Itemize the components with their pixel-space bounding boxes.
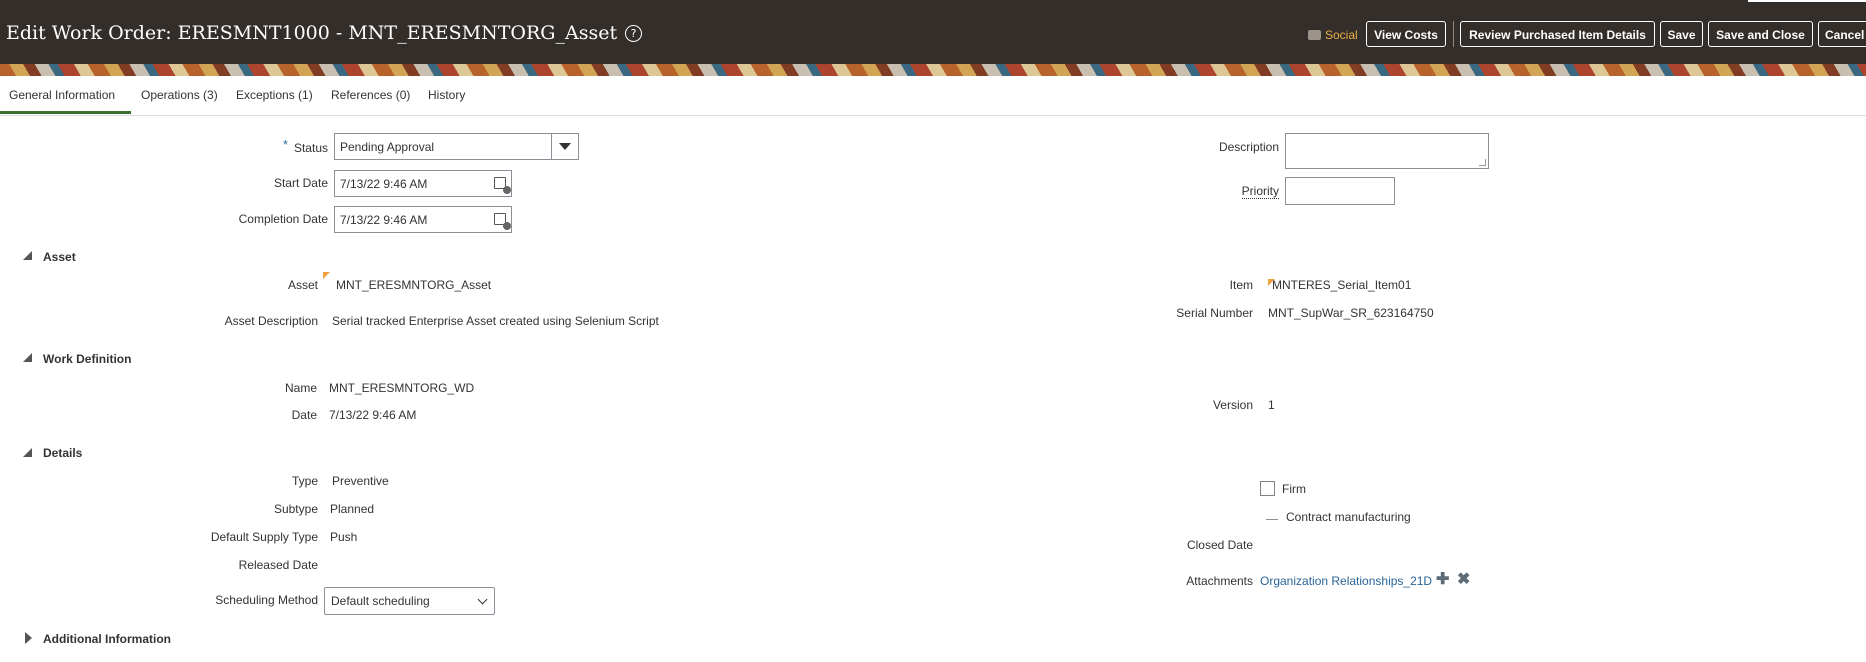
help-icon[interactable]: ? bbox=[625, 25, 643, 42]
save-and-close-button[interactable]: Save and Close bbox=[1708, 21, 1813, 47]
resize-grip-icon[interactable] bbox=[1479, 159, 1486, 166]
status-dropdown-button[interactable] bbox=[551, 134, 578, 159]
chevron-down-icon bbox=[477, 594, 488, 605]
status-value: Pending Approval bbox=[340, 140, 435, 154]
subtype-value: Planned bbox=[330, 502, 375, 516]
completion-date-label: Completion Date bbox=[238, 212, 328, 226]
section-work-definition[interactable]: Work Definition bbox=[43, 352, 131, 366]
default-supply-type-value: Push bbox=[330, 530, 358, 544]
calendar-icon[interactable] bbox=[494, 213, 511, 230]
dropdown-arrow-icon bbox=[559, 143, 571, 150]
page-title-text: Edit Work Order: ERESMNT1000 - MNT_ERESM… bbox=[6, 22, 618, 44]
section-additional-information[interactable]: Additional Information bbox=[43, 632, 171, 646]
expand-additional-information-icon[interactable] bbox=[25, 632, 32, 644]
active-tab-indicator bbox=[0, 111, 131, 114]
description-textarea[interactable] bbox=[1285, 133, 1489, 169]
page-header: Edit Work Order: ERESMNT1000 - MNT_ERESM… bbox=[0, 0, 1866, 76]
header-divider bbox=[1453, 21, 1454, 47]
status-label-text: Status bbox=[293, 141, 328, 155]
social-label: Social bbox=[1325, 28, 1358, 42]
tab-operations[interactable]: Operations (3) bbox=[141, 88, 218, 102]
tab-exceptions[interactable]: Exceptions (1) bbox=[236, 88, 313, 102]
review-purchased-item-details-button[interactable]: Review Purchased Item Details bbox=[1460, 21, 1655, 47]
default-supply-type-label: Default Supply Type bbox=[210, 530, 318, 544]
closed-date-label: Closed Date bbox=[1186, 538, 1253, 552]
cancel-button[interactable]: Cancel bbox=[1818, 21, 1866, 47]
header-decorative-band bbox=[0, 64, 1866, 76]
remove-attachment-icon[interactable]: ✖ bbox=[1457, 572, 1470, 588]
released-date-label: Released Date bbox=[238, 558, 318, 572]
start-date-value: 7/13/22 9:46 AM bbox=[340, 177, 428, 191]
collapse-asset-icon[interactable] bbox=[23, 251, 32, 260]
view-costs-button[interactable]: View Costs bbox=[1366, 21, 1446, 47]
section-asset[interactable]: Asset bbox=[43, 250, 76, 264]
section-details[interactable]: Details bbox=[43, 446, 82, 460]
required-indicator: * bbox=[282, 137, 288, 152]
priority-label-text: Priority bbox=[1241, 184, 1279, 199]
start-date-input[interactable]: 7/13/22 9:46 AM bbox=[334, 170, 512, 197]
item-value: MNTERES_Serial_Item01 bbox=[1272, 278, 1412, 292]
serial-number-label: Serial Number bbox=[1176, 306, 1253, 320]
tab-history[interactable]: History bbox=[428, 88, 465, 102]
serial-number-value: MNT_SupWar_SR_623164750 bbox=[1268, 306, 1434, 320]
page-title: Edit Work Order: ERESMNT1000 - MNT_ERESM… bbox=[6, 22, 643, 44]
status-dropdown[interactable]: Pending Approval bbox=[334, 133, 579, 160]
wd-name-label: Name bbox=[284, 381, 317, 395]
start-date-label: Start Date bbox=[273, 176, 328, 190]
asset-label: Asset bbox=[287, 278, 318, 292]
version-label: Version bbox=[1212, 398, 1253, 412]
scheduling-method-select[interactable]: Default scheduling bbox=[324, 587, 495, 615]
item-label: Item bbox=[1229, 278, 1253, 292]
tab-references[interactable]: References (0) bbox=[331, 88, 410, 102]
collapse-details-icon[interactable] bbox=[23, 448, 32, 457]
social-icon bbox=[1308, 30, 1321, 40]
collapse-work-definition-icon[interactable] bbox=[23, 353, 32, 362]
version-value: 1 bbox=[1268, 398, 1275, 412]
firm-checkbox[interactable] bbox=[1260, 481, 1275, 496]
save-button[interactable]: Save bbox=[1660, 21, 1703, 47]
attachment-link[interactable]: Organization Relationships_21D bbox=[1260, 574, 1432, 588]
wd-name-value: MNT_ERESMNTORG_WD bbox=[329, 381, 475, 395]
contract-manufacturing-indicator bbox=[1266, 519, 1278, 520]
asset-value: MNT_ERESMNTORG_Asset bbox=[336, 278, 492, 292]
tab-bar: General Information Operations (3) Excep… bbox=[0, 76, 1866, 116]
wd-date-value: 7/13/22 9:46 AM bbox=[329, 408, 417, 422]
status-label: * Status bbox=[282, 137, 328, 155]
subtype-label: Subtype bbox=[273, 502, 318, 516]
asset-flag-icon bbox=[323, 272, 330, 279]
firm-label: Firm bbox=[1282, 482, 1306, 496]
attachments-label: Attachments bbox=[1186, 574, 1253, 588]
wd-date-label: Date bbox=[291, 408, 317, 422]
asset-description-value: Serial tracked Enterprise Asset created … bbox=[332, 314, 659, 328]
priority-label: Priority bbox=[1241, 184, 1279, 199]
type-label: Type bbox=[291, 474, 318, 488]
social-link[interactable]: Social bbox=[1308, 28, 1358, 42]
scheduling-method-label: Scheduling Method bbox=[215, 593, 318, 607]
scheduling-method-value: Default scheduling bbox=[331, 594, 430, 608]
description-label: Description bbox=[1218, 140, 1279, 154]
type-value: Preventive bbox=[332, 474, 389, 488]
calendar-icon[interactable] bbox=[494, 177, 511, 194]
header-top-accent bbox=[1748, 0, 1866, 2]
tab-general-information[interactable]: General Information bbox=[9, 88, 115, 102]
contract-manufacturing-label: Contract manufacturing bbox=[1286, 510, 1411, 524]
asset-description-label: Asset Description bbox=[224, 314, 318, 328]
priority-input[interactable] bbox=[1285, 177, 1395, 205]
add-attachment-icon[interactable]: ✚ bbox=[1436, 572, 1449, 588]
completion-date-input[interactable]: 7/13/22 9:46 AM bbox=[334, 206, 512, 233]
completion-date-value: 7/13/22 9:46 AM bbox=[340, 213, 428, 227]
